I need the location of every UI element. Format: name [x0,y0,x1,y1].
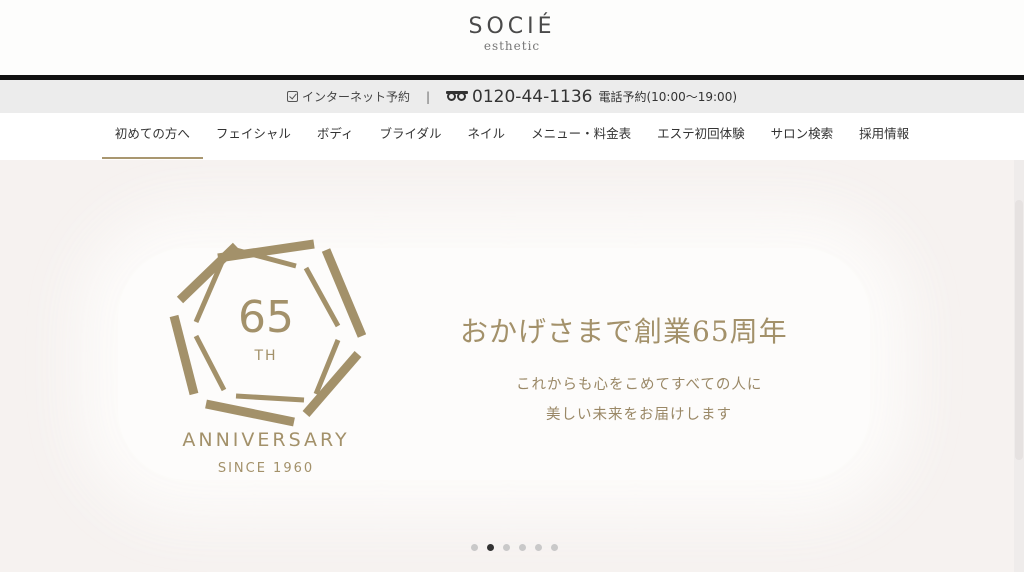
badge-title: ANNIVERSARY [182,429,349,451]
slider-pagination [0,544,1024,551]
hero-tagline: おかげさまで創業65周年 [460,315,788,348]
nav-item[interactable]: 採用情報 [846,113,922,160]
phone-number[interactable]: 0120-44-1136 [472,87,592,107]
separator: | [426,89,431,104]
hero-slider: 65 TH ANNIVERSARY SINCE 1960 おかげさまで創業65周… [0,160,1024,572]
nav-item[interactable]: エステ初回体験 [644,113,758,160]
internet-reservation-link[interactable]: インターネット予約 [286,88,410,105]
slider-dot[interactable] [470,544,478,551]
contact-bar: インターネット予約 | 0120-44-1136 電話予約(10:00～19:0… [0,80,1024,113]
nav-item[interactable]: ボディ [304,113,367,160]
hero-subtext-line2: 美しい未来をお届けします [546,407,732,423]
nav-item[interactable]: メニュー・料金表 [518,113,644,160]
nav-item[interactable]: ブライダル [367,113,455,160]
logo-name: SOCIÉ [468,14,556,39]
nav-item[interactable]: サロン検索 [758,113,847,160]
scrollbar-thumb[interactable] [1015,200,1023,460]
checkbox-icon [286,91,298,102]
site-header: SOCIÉ esthetic [0,0,1024,76]
nav-item[interactable]: ネイル [455,113,519,160]
phone-reservation[interactable]: 0120-44-1136 電話予約(10:00～19:00) [446,87,737,107]
slider-dot[interactable] [534,544,542,551]
freedial-icon [446,91,469,102]
badge-number: 65 [238,292,294,343]
anniversary-badge: 65 TH ANNIVERSARY SINCE 1960 [169,239,366,476]
nav-item[interactable]: 初めての方へ [101,113,203,160]
badge-suffix: TH [253,348,277,364]
slider-dot[interactable] [502,544,510,551]
logo-subtitle: esthetic [483,39,541,53]
nav-item[interactable]: フェイシャル [203,113,304,160]
slider-dot[interactable] [486,544,494,551]
site-logo[interactable]: SOCIÉ esthetic [0,14,1024,53]
slider-dot[interactable] [518,544,526,551]
internet-reservation-label: インターネット予約 [301,90,410,104]
phone-hours: 電話予約(10:00～19:00) [598,90,738,104]
slider-dot[interactable] [550,544,558,551]
badge-since: SINCE 1960 [218,461,314,476]
hero-subtext-line1: これからも心をこめてすべての人に [516,377,763,393]
main-nav: 初めての方へ フェイシャル ボディ ブライダル ネイル メニュー・料金表 エステ初回体験 サロ… [0,113,1024,160]
scrollbar[interactable] [1014,160,1024,572]
